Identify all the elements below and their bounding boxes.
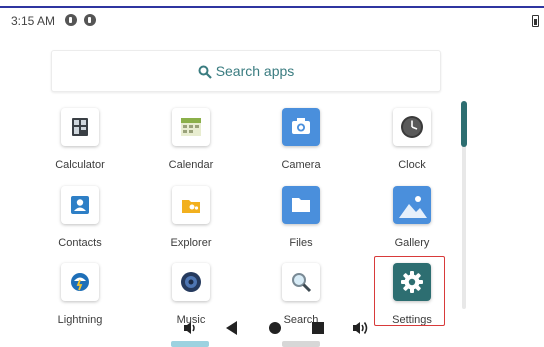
clock-icon xyxy=(393,108,431,146)
notification-icon xyxy=(84,14,96,26)
home-button[interactable] xyxy=(261,314,289,342)
volume-down-icon xyxy=(184,322,195,334)
app-label: Calculator xyxy=(55,159,105,171)
notification-icon xyxy=(65,14,77,26)
gallery-icon xyxy=(393,186,431,224)
app-calendar[interactable]: Calendar xyxy=(136,108,246,171)
recents-icon xyxy=(312,322,324,334)
volume-up-icon xyxy=(353,322,368,334)
app-label: Calendar xyxy=(168,159,214,171)
status-time: 3:15 AM xyxy=(11,14,56,28)
app-calculator[interactable]: Calculator xyxy=(25,108,135,171)
back-button[interactable] xyxy=(218,314,246,342)
search-apps-bar[interactable]: Search apps xyxy=(51,50,441,92)
camera-icon xyxy=(282,108,320,146)
app-label: Contacts xyxy=(58,237,102,249)
folder-icon xyxy=(282,186,320,224)
app-contacts[interactable]: Contacts xyxy=(25,186,135,249)
app-label: Camera xyxy=(281,159,321,171)
volume-down-button[interactable] xyxy=(176,314,204,342)
music-icon xyxy=(172,263,210,301)
app-label: Gallery xyxy=(394,237,430,249)
calculator-icon xyxy=(61,108,99,146)
magnifier-icon xyxy=(282,263,320,301)
recents-button[interactable] xyxy=(304,314,332,342)
search-apps-label: Search apps xyxy=(215,63,295,79)
contacts-icon xyxy=(61,186,99,224)
selection-highlight xyxy=(374,256,445,326)
search-icon xyxy=(198,65,212,79)
app-clock[interactable]: Clock xyxy=(357,108,467,171)
top-border xyxy=(0,6,544,8)
app-explorer[interactable]: Explorer xyxy=(136,186,246,249)
app-label: Lightning xyxy=(57,314,103,326)
home-icon xyxy=(269,322,281,334)
app-lightning[interactable]: Lightning xyxy=(25,263,135,326)
app-files[interactable]: Files xyxy=(246,186,356,249)
explorer-icon xyxy=(172,186,210,224)
app-label: Explorer xyxy=(170,237,212,249)
app-label: Clock xyxy=(398,159,426,171)
back-icon xyxy=(226,321,237,335)
status-bar: 3:15 AM xyxy=(0,10,544,32)
app-label: Files xyxy=(289,237,313,249)
volume-up-button[interactable] xyxy=(347,314,375,342)
lightning-icon xyxy=(61,263,99,301)
navigation-bar xyxy=(170,314,380,342)
app-camera[interactable]: Camera xyxy=(246,108,356,171)
calendar-icon xyxy=(172,108,210,146)
app-gallery[interactable]: Gallery xyxy=(357,186,467,249)
battery-icon xyxy=(532,15,539,27)
